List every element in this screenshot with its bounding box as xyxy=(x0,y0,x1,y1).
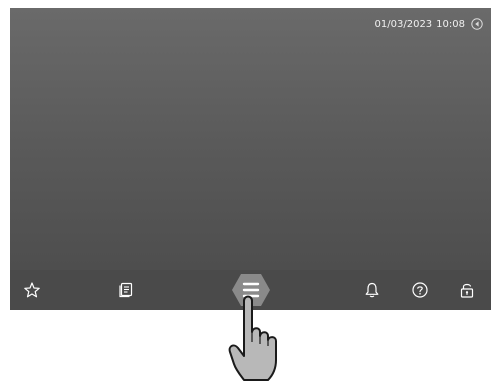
help-button[interactable] xyxy=(407,277,433,303)
lock-button[interactable] xyxy=(454,277,480,303)
notes-button[interactable] xyxy=(113,277,139,303)
datetime: 01/03/2023 10:08 xyxy=(375,19,465,30)
status-time: 10:08 xyxy=(436,18,465,30)
status-date: 01/03/2023 xyxy=(374,18,433,30)
bell-icon xyxy=(365,282,379,298)
network-icon xyxy=(471,18,483,30)
notifications-button[interactable] xyxy=(359,277,385,303)
star-icon xyxy=(24,282,40,298)
lock-icon xyxy=(460,283,474,298)
device-screen: 01/03/2023 10:08 xyxy=(10,8,491,310)
help-icon xyxy=(412,282,428,298)
favorites-button[interactable] xyxy=(19,277,45,303)
status-bar: 01/03/2023 10:08 xyxy=(375,15,483,33)
pointing-hand-icon xyxy=(228,292,292,384)
notes-icon xyxy=(119,282,133,298)
